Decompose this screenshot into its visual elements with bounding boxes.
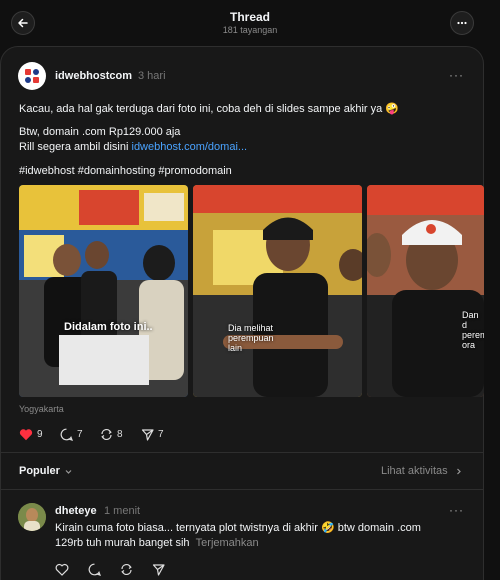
reply-more-button[interactable]: ··· (449, 504, 464, 516)
slide-caption: Dia melihat perempuan lain (228, 323, 274, 353)
send-icon (152, 564, 165, 576)
reply-time: 1 menit (104, 505, 141, 517)
post-text-prefix: Rill segera ambil disini (19, 141, 132, 153)
reply-repost-button[interactable] (120, 563, 133, 576)
like-button[interactable]: 9 (19, 428, 43, 441)
chevron-down-icon (65, 469, 72, 474)
comment-count: 7 (77, 429, 83, 440)
post-text-line-3: Rill segera ambil disini idwebhost.com/d… (19, 141, 247, 153)
more-horizontal-icon (457, 21, 467, 25)
post-time: 3 hari (138, 70, 166, 82)
slide-photo (193, 185, 362, 397)
repost-count: 8 (117, 429, 123, 440)
reply-like-button[interactable] (55, 563, 69, 576)
post-more-button[interactable]: ··· (449, 69, 464, 81)
reply-text-line-1: Kirain cuma foto biasa... ternyata plot … (55, 522, 421, 534)
comment-button[interactable]: 7 (60, 428, 83, 441)
carousel-slide[interactable]: Dia melihat perempuan lain (193, 185, 362, 397)
reply-share-button[interactable] (152, 563, 165, 576)
like-count: 9 (37, 429, 43, 440)
carousel-slide[interactable]: Dan d perem ora (367, 185, 484, 397)
post-location[interactable]: Yogyakarta (19, 404, 64, 414)
post-link[interactable]: idwebhost.com/domai... (132, 141, 248, 153)
translate-link[interactable]: Terjemahkan (196, 537, 259, 549)
share-button[interactable]: 7 (141, 428, 164, 441)
top-bar: Thread 181 tayangan (0, 0, 500, 46)
view-count: 181 tayangan (222, 25, 278, 35)
heart-icon (19, 429, 33, 441)
slide-photo (367, 185, 484, 397)
slide-caption: Didalam foto ini.. (64, 321, 153, 333)
reply-avatar[interactable] (18, 503, 46, 531)
repost-icon (121, 563, 132, 576)
page-title: Thread (229, 10, 270, 24)
sort-label: Populer (19, 465, 60, 477)
repost-button[interactable]: 8 (100, 428, 123, 441)
reply-text-line-2: 129rb tuh murah banget sih Terjemahkan (55, 537, 259, 549)
reply-text-content: 129rb tuh murah banget sih (55, 537, 190, 549)
carousel-slide[interactable]: Didalam foto ini.. (19, 185, 188, 397)
slide-photo (19, 185, 188, 397)
view-activity-link[interactable]: Lihat aktivitas (381, 465, 463, 477)
divider (0, 489, 484, 490)
post-text-line-1: Kacau, ada hal gak terduga dari foto ini… (19, 103, 399, 115)
reply-author[interactable]: dheteye (55, 505, 97, 517)
author-avatar[interactable] (18, 62, 46, 90)
comment-icon (88, 563, 101, 576)
send-icon (141, 429, 154, 441)
slide-caption: Dan d perem ora (462, 310, 484, 350)
post-author[interactable]: idwebhostcom (55, 70, 132, 82)
repost-icon (101, 428, 112, 441)
idwebhost-logo-icon (25, 69, 39, 83)
image-carousel[interactable]: Didalam foto ini.. Dia melihat perempuan… (19, 185, 484, 397)
share-count: 7 (158, 429, 164, 440)
comment-icon (60, 428, 73, 441)
more-options-button[interactable] (450, 11, 474, 35)
sort-dropdown[interactable]: Populer (19, 465, 73, 477)
divider (0, 452, 484, 453)
activity-label: Lihat aktivitas (381, 465, 448, 477)
heart-outline-icon (55, 563, 69, 576)
chevron-right-icon (456, 468, 461, 474)
post-hashtags[interactable]: #idwebhost #domainhosting #promodomain (19, 165, 232, 177)
post-text-line-2: Btw, domain .com Rp129.000 aja (19, 126, 181, 138)
reply-comment-button[interactable] (88, 563, 101, 576)
reply-avatar-photo (18, 503, 46, 531)
